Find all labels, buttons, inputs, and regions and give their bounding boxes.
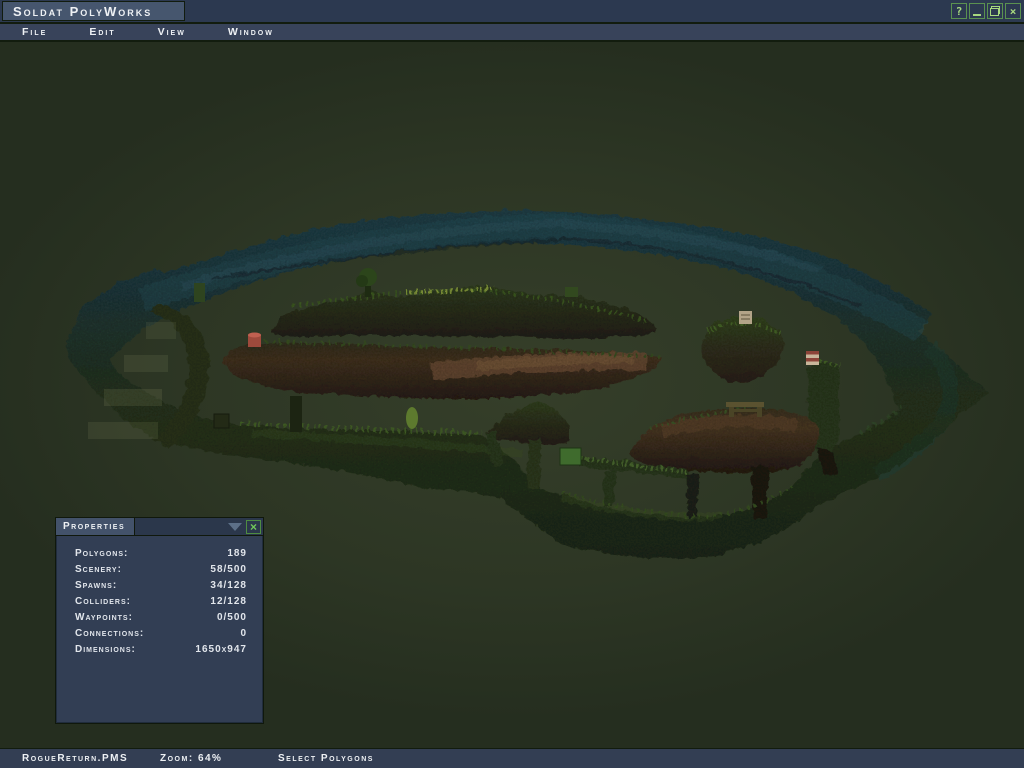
property-label: Colliders: [75,596,131,612]
island-sign [739,311,752,324]
properties-panel-titlebar[interactable]: Properties × [56,518,263,536]
property-row-polygons: Polygons: 189 [75,548,247,564]
menu-file[interactable]: File [22,26,47,38]
tree-trunk [365,286,371,297]
mound-leg [750,465,767,517]
arc-post [194,283,205,302]
menu-window[interactable]: Window [228,26,274,38]
help-button[interactable]: ? [951,3,967,19]
menu-view[interactable]: View [158,26,186,38]
property-value: 189 [227,548,247,564]
properties-panel-body: Polygons: 189 Scenery: 58/500 Spawns: 34… [56,536,263,660]
property-row-connections: Connections: 0 [75,628,247,644]
left-pillar [290,396,302,432]
walkway-box [560,448,581,465]
minimize-icon [973,14,981,16]
status-filename: RogueReturn.PMS [22,753,128,764]
property-value: 0/500 [217,612,247,628]
crate [214,414,229,428]
properties-panel: Properties × Polygons: 189 Scenery: 58/5… [55,517,264,724]
map-canvas[interactable]: Properties × Polygons: 189 Scenery: 58/5… [0,44,1024,748]
close-icon: × [1010,5,1017,18]
app-window: Soldat PolyWorks ? × File Edit View Wind… [0,0,1024,768]
mushroom-stem [525,438,540,487]
striped-marker [806,351,819,365]
properties-panel-title: Properties [56,518,135,535]
properties-panel-controls: × [228,518,261,535]
minimize-button[interactable] [969,3,985,19]
window-title: Soldat PolyWorks [2,1,185,21]
window-title-text: Soldat PolyWorks [13,4,152,19]
collapse-icon[interactable] [228,523,242,531]
property-value: 0 [240,628,247,644]
property-value: 1650x947 [195,644,247,660]
menubar: File Edit View Window [0,24,1024,42]
property-label: Polygons: [75,548,128,564]
status-tool: Select Polygons [278,753,374,764]
walkway-pillar [685,473,697,517]
property-value: 12/128 [210,596,247,612]
titlebar[interactable]: Soldat PolyWorks ? × [0,0,1024,24]
panel-close-button[interactable]: × [246,520,261,534]
property-label: Spawns: [75,580,117,596]
property-label: Waypoints: [75,612,133,628]
property-row-waypoints: Waypoints: 0/500 [75,612,247,628]
property-row-scenery: Scenery: 58/500 [75,564,247,580]
restore-button[interactable] [987,3,1003,19]
menu-edit[interactable]: Edit [89,26,115,38]
window-controls: ? × [951,3,1021,19]
property-row-dimensions: Dimensions: 1650x947 [75,644,247,660]
property-row-colliders: Colliders: 12/128 [75,596,247,612]
green-box [565,287,578,297]
statusbar: RogueReturn.PMS Zoom: 64% Select Polygon… [0,748,1024,768]
property-value: 58/500 [210,564,247,580]
property-label: Connections: [75,628,144,644]
bush [406,407,418,429]
help-icon: ? [956,5,963,18]
property-row-spawns: Spawns: 34/128 [75,580,247,596]
property-label: Scenery: [75,564,122,580]
property-label: Dimensions: [75,644,136,660]
status-zoom: Zoom: 64% [160,753,222,764]
close-button[interactable]: × [1005,3,1021,19]
property-value: 34/128 [210,580,247,596]
